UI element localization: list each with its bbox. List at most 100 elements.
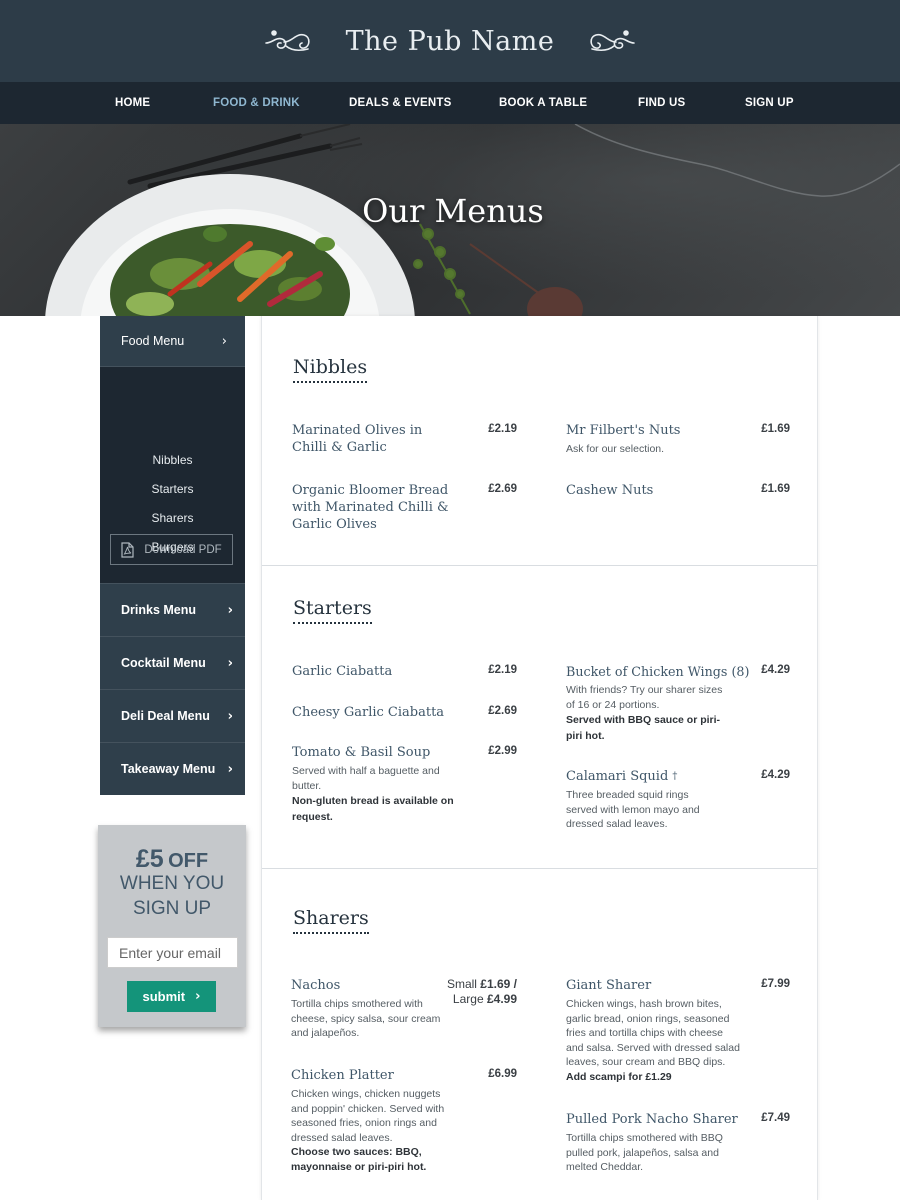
- chevron-right-icon: ›: [227, 602, 233, 618]
- item-name: Nachos: [291, 978, 341, 993]
- hero-banner: Our Menus: [0, 124, 900, 316]
- menu-sidebar: Food Menu › Nibbles Starters Sharers Bur…: [100, 316, 245, 795]
- chevron-right-icon: ›: [227, 655, 233, 671]
- menu-item: Chicken Platter Chicken wings, chicken n…: [291, 1067, 517, 1174]
- item-name: Cheesy Garlic Ciabatta: [292, 705, 445, 720]
- item-price: £7.99: [761, 978, 790, 990]
- item-name: Garlic Ciabatta: [292, 664, 393, 679]
- item-price: £1.69: [761, 423, 790, 435]
- menu-item: Tomato & Basil Soup Served with half a b…: [292, 744, 517, 825]
- item-description: With friends? Try our sharer sizes of 16…: [566, 684, 723, 711]
- menu-item: Nachos Tortilla chips smothered with che…: [291, 977, 517, 1041]
- item-note: Choose two sauces: BBQ, mayonnaise or pi…: [291, 1146, 427, 1173]
- submenu-item-nibbles[interactable]: Nibbles: [100, 453, 245, 467]
- price-large: £4.99: [486, 992, 517, 1006]
- item-name: Mr Filbert's Nuts: [566, 423, 681, 438]
- promo-line-sign-up: SIGN UP: [132, 898, 212, 919]
- item-description: Tortilla chips smothered with BBQ pulled…: [566, 1132, 723, 1173]
- pdf-icon: [121, 541, 134, 558]
- item-price: £6.99: [488, 1068, 517, 1080]
- sidebar-takeaway-menu-label: Takeaway Menu: [121, 762, 216, 776]
- email-input[interactable]: [107, 937, 238, 968]
- download-pdf-button[interactable]: Download PDF: [110, 534, 233, 565]
- download-pdf-label: Download PDF: [144, 543, 222, 556]
- item-name: Bucket of Chicken Wings (8): [566, 664, 750, 679]
- price-size-large: Large: [452, 992, 484, 1006]
- item-name: Giant Sharer: [566, 978, 652, 993]
- item-name-wrapper: Calamari Squid †: [566, 768, 736, 785]
- menu-item: Garlic Ciabatta £2.19: [292, 663, 517, 680]
- menu-item: Calamari Squid † Three breaded squid rin…: [566, 768, 790, 832]
- menu-item: Cheesy Garlic Ciabatta £2.69: [292, 704, 517, 721]
- item-price: £2.19: [488, 423, 517, 435]
- nav-food-drink[interactable]: FOOD & DRINK: [213, 82, 300, 124]
- item-price: £2.99: [488, 745, 517, 757]
- chevron-right-icon: ›: [227, 761, 233, 777]
- site-title: The Pub Name: [345, 25, 555, 57]
- item-price: £7.49: [761, 1112, 790, 1124]
- submenu-item-starters[interactable]: Starters: [100, 482, 245, 496]
- site-header: The Pub Name: [0, 0, 900, 82]
- brand[interactable]: The Pub Name: [264, 26, 637, 57]
- item-note: Add scampi for £1.29: [566, 1070, 672, 1083]
- chevron-right-icon: ›: [227, 708, 233, 724]
- section-divider: [262, 868, 817, 869]
- item-price: £2.69: [488, 705, 517, 717]
- submit-label: submit: [142, 989, 186, 1004]
- item-price: £1.69: [761, 483, 790, 495]
- menu-item: Organic Bloomer Bread with Marinated Chi…: [292, 482, 517, 533]
- menu-item: Cashew Nuts £1.69: [566, 482, 790, 499]
- flourish-left-icon: [264, 30, 310, 52]
- promo-line-when-you: WHEN YOU: [119, 873, 225, 894]
- nav-find-us[interactable]: FIND US: [638, 82, 685, 124]
- section-title-nibbles: Nibbles: [293, 356, 368, 383]
- item-description: Tortilla chips smothered with cheese, sp…: [291, 998, 441, 1039]
- sidebar-food-menu[interactable]: Food Menu ›: [100, 316, 245, 367]
- sidebar-takeaway-menu[interactable]: Takeaway Menu ›: [100, 742, 245, 795]
- item-name: Pulled Pork Nacho Sharer: [566, 1112, 738, 1127]
- submit-button[interactable]: submit ›: [127, 981, 216, 1012]
- promo-off: OFF: [168, 850, 209, 872]
- item-name: Chicken Platter: [291, 1068, 394, 1083]
- sidebar-deli-deal-menu-label: Deli Deal Menu: [121, 709, 210, 723]
- item-price: £2.19: [488, 664, 517, 676]
- item-name: Marinated Olives in Chilli & Garlic: [292, 423, 423, 455]
- price-small: £1.69 /: [480, 977, 517, 991]
- menu-content: Nibbles Marinated Olives in Chilli & Gar…: [261, 316, 818, 1200]
- item-note: Non-gluten bread is available on request…: [292, 795, 454, 823]
- section-title-sharers: Sharers: [293, 907, 369, 934]
- sidebar-deli-deal-menu[interactable]: Deli Deal Menu ›: [100, 689, 245, 742]
- submenu-item-sharers[interactable]: Sharers: [100, 511, 245, 525]
- flourish-right-icon: [590, 30, 636, 52]
- item-description: Chicken wings, hash brown bites, garlic …: [566, 998, 740, 1068]
- item-price: Small £1.69 / Large £4.99: [447, 977, 517, 1007]
- nav-home[interactable]: HOME: [115, 82, 150, 124]
- item-price: £4.29: [761, 769, 790, 781]
- item-name: Cashew Nuts: [566, 483, 654, 498]
- nav-deals-events[interactable]: DEALS & EVENTS: [349, 82, 451, 124]
- nav-sign-up[interactable]: SIGN UP: [745, 82, 794, 124]
- promo-headline: £5 OFF: [98, 845, 246, 874]
- section-divider: [262, 565, 817, 566]
- nav-book-a-table[interactable]: BOOK A TABLE: [499, 82, 587, 124]
- menu-item: Pulled Pork Nacho Sharer Tortilla chips …: [566, 1111, 790, 1175]
- item-note: Served with BBQ sauce or piri-piri hot.: [566, 714, 721, 742]
- main-nav: HOME FOOD & DRINK DEALS & EVENTS BOOK A …: [0, 82, 900, 124]
- sidebar-cocktail-menu-label: Cocktail Menu: [121, 656, 206, 670]
- item-description: Served with half a baguette and butter.: [292, 765, 440, 792]
- sidebar-drinks-menu[interactable]: Drinks Menu ›: [100, 583, 245, 636]
- item-name: Tomato & Basil Soup: [292, 745, 431, 760]
- item-price: £4.29: [761, 664, 790, 676]
- item-description: Ask for our selection.: [566, 443, 665, 455]
- sidebar-cocktail-menu[interactable]: Cocktail Menu ›: [100, 636, 245, 689]
- chevron-right-icon: ›: [195, 989, 201, 1004]
- item-name: Organic Bloomer Bread with Marinated Chi…: [292, 483, 449, 532]
- item-description: Three breaded squid rings served with le…: [566, 789, 700, 830]
- food-submenu: Nibbles Starters Sharers Burgers Downloa…: [100, 367, 245, 583]
- sidebar-food-menu-label: Food Menu: [121, 334, 185, 348]
- item-name: Calamari Squid: [566, 769, 669, 784]
- item-price: £2.69: [488, 483, 517, 495]
- hero-title: Our Menus: [362, 192, 544, 230]
- dagger-mark: †: [672, 771, 678, 782]
- menu-item: Marinated Olives in Chilli & Garlic £2.1…: [292, 422, 517, 456]
